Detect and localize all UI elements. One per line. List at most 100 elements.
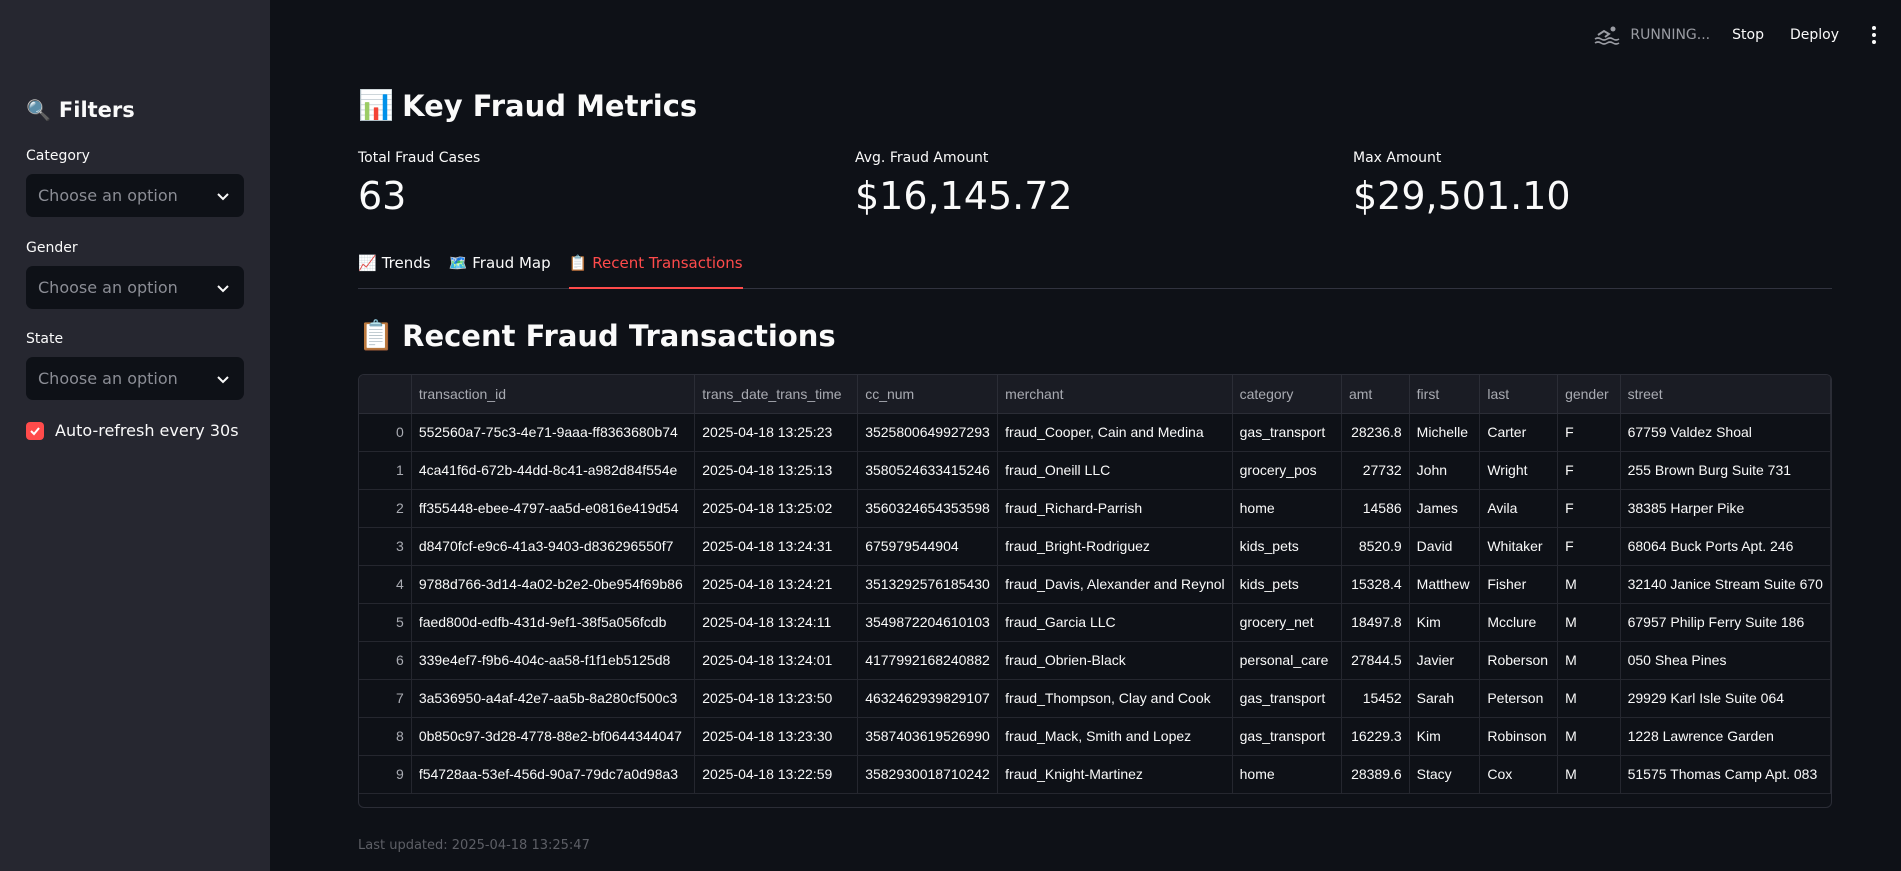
table-cell[interactable]: 050 Shea Pines bbox=[1620, 641, 1831, 680]
table-cell[interactable]: F bbox=[1557, 451, 1621, 490]
table-cell[interactable]: kids_pets bbox=[1232, 527, 1342, 566]
tab-trends[interactable]: 📈 Trends bbox=[358, 254, 431, 289]
table-row[interactable]: 6 339e4ef7-f9b6-404c-aa58-f1f1eb5125d8 202… bbox=[359, 641, 1831, 680]
column-header[interactable]: trans_date_trans_time bbox=[694, 375, 859, 414]
table-cell[interactable]: 552560a7-75c3-4e71-9aaa-ff8363680b74 bbox=[411, 413, 696, 452]
table-cell[interactable]: 8520.9 bbox=[1341, 527, 1410, 566]
table-cell[interactable]: fraud_Obrien-Black bbox=[997, 641, 1233, 680]
table-cell[interactable]: 67957 Philip Ferry Suite 186 bbox=[1620, 603, 1831, 642]
table-cell[interactable]: 38385 Harper Pike bbox=[1620, 489, 1831, 528]
table-cell[interactable]: 51575 Thomas Camp Apt. 083 bbox=[1620, 755, 1831, 794]
table-cell[interactable]: 2025-04-18 13:24:11 bbox=[694, 603, 859, 642]
table-cell[interactable]: 3513292576185430 bbox=[857, 565, 999, 604]
table-cell[interactable]: 2025-04-18 13:22:59 bbox=[694, 755, 859, 794]
table-row[interactable]: 8 0b850c97-3d28-4778-88e2-bf0644344047 202… bbox=[359, 717, 1831, 756]
table-cell[interactable]: Kim bbox=[1409, 717, 1481, 756]
table-cell[interactable]: Carter bbox=[1479, 413, 1559, 452]
table-cell[interactable]: Cox bbox=[1479, 755, 1559, 794]
table-cell[interactable]: M bbox=[1557, 603, 1621, 642]
table-cell[interactable]: 2025-04-18 13:24:01 bbox=[694, 641, 859, 680]
table-row[interactable]: 3 d8470fcf-e9c6-41a3-9403-d836296550f7 202… bbox=[359, 527, 1831, 566]
table-cell[interactable]: 3580524633415246 bbox=[857, 451, 999, 490]
table-cell[interactable]: Matthew bbox=[1409, 565, 1481, 604]
table-cell[interactable]: Michelle bbox=[1409, 413, 1481, 452]
table-cell[interactable]: 18497.8 bbox=[1341, 603, 1410, 642]
column-header[interactable]: transaction_id bbox=[411, 375, 696, 414]
table-cell[interactable]: 4ca41f6d-672b-44dd-8c41-a982d84f554e bbox=[411, 451, 696, 490]
table-cell[interactable]: 2025-04-18 13:23:50 bbox=[694, 679, 859, 718]
table-cell[interactable]: fraud_Oneill LLC bbox=[997, 451, 1233, 490]
table-cell[interactable]: John bbox=[1409, 451, 1481, 490]
table-cell[interactable]: 3587403619526990 bbox=[857, 717, 999, 756]
row-index-cell[interactable]: 0 bbox=[359, 413, 412, 452]
table-cell[interactable]: 15452 bbox=[1341, 679, 1410, 718]
table-cell[interactable]: 32140 Janice Stream Suite 670 bbox=[1620, 565, 1831, 604]
column-header[interactable]: amt bbox=[1341, 375, 1410, 414]
table-row[interactable]: 7 3a536950-a4af-42e7-aa5b-8a280cf500c3 202… bbox=[359, 679, 1831, 718]
table-cell[interactable]: ff355448-ebee-4797-aa5d-e0816e419d54 bbox=[411, 489, 696, 528]
table-cell[interactable]: 4177992168240882 bbox=[857, 641, 999, 680]
row-index-cell[interactable]: 7 bbox=[359, 679, 412, 718]
table-row[interactable]: 9 f54728aa-53ef-456d-90a7-79dc7a0d98a3 202… bbox=[359, 755, 1831, 794]
table-cell[interactable]: 28236.8 bbox=[1341, 413, 1410, 452]
table-cell[interactable]: fraud_Thompson, Clay and Cook bbox=[997, 679, 1233, 718]
table-cell[interactable]: Sarah bbox=[1409, 679, 1481, 718]
table-cell[interactable]: faed800d-edfb-431d-9ef1-38f5a056fcdb bbox=[411, 603, 696, 642]
column-header[interactable]: merchant bbox=[997, 375, 1233, 414]
column-header[interactable]: last bbox=[1479, 375, 1559, 414]
deploy-button[interactable]: Deploy bbox=[1790, 27, 1839, 43]
column-header[interactable]: gender bbox=[1557, 375, 1621, 414]
table-cell[interactable]: fraud_Cooper, Cain and Medina bbox=[997, 413, 1233, 452]
table-cell[interactable]: 2025-04-18 13:23:30 bbox=[694, 717, 859, 756]
table-cell[interactable]: 27732 bbox=[1341, 451, 1410, 490]
table-row[interactable]: 2 ff355448-ebee-4797-aa5d-e0816e419d54 202… bbox=[359, 489, 1831, 528]
table-cell[interactable]: d8470fcf-e9c6-41a3-9403-d836296550f7 bbox=[411, 527, 696, 566]
table-row[interactable]: 5 faed800d-edfb-431d-9ef1-38f5a056fcdb 202… bbox=[359, 603, 1831, 642]
tab-recent-transactions[interactable]: 📋 Recent Transactions bbox=[568, 254, 743, 289]
row-index-cell[interactable]: 8 bbox=[359, 717, 412, 756]
table-cell[interactable]: 2025-04-18 13:24:21 bbox=[694, 565, 859, 604]
table-cell[interactable]: 28389.6 bbox=[1341, 755, 1410, 794]
column-header[interactable]: cc_num bbox=[857, 375, 999, 414]
table-cell[interactable]: 67759 Valdez Shoal bbox=[1620, 413, 1831, 452]
table-cell[interactable]: 2025-04-18 13:24:31 bbox=[694, 527, 859, 566]
stop-button[interactable]: Stop bbox=[1732, 27, 1764, 43]
row-index-cell[interactable]: 6 bbox=[359, 641, 412, 680]
table-cell[interactable]: grocery_net bbox=[1232, 603, 1342, 642]
table-cell[interactable]: 16229.3 bbox=[1341, 717, 1410, 756]
column-header[interactable]: first bbox=[1409, 375, 1481, 414]
row-index-cell[interactable]: 9 bbox=[359, 755, 412, 794]
row-index-cell[interactable]: 1 bbox=[359, 451, 412, 490]
table-cell[interactable]: f54728aa-53ef-456d-90a7-79dc7a0d98a3 bbox=[411, 755, 696, 794]
table-cell[interactable]: Avila bbox=[1479, 489, 1559, 528]
table-cell[interactable]: 3a536950-a4af-42e7-aa5b-8a280cf500c3 bbox=[411, 679, 696, 718]
transactions-table[interactable]: transaction_id trans_date_trans_time cc_nu… bbox=[358, 374, 1832, 808]
row-index-cell[interactable]: 2 bbox=[359, 489, 412, 528]
table-cell[interactable]: Wright bbox=[1479, 451, 1559, 490]
table-cell[interactable]: gas_transport bbox=[1232, 679, 1342, 718]
table-cell[interactable]: fraud_Davis, Alexander and Reynol bbox=[997, 565, 1233, 604]
table-cell[interactable]: M bbox=[1557, 641, 1621, 680]
table-cell[interactable]: 3582930018710242 bbox=[857, 755, 999, 794]
category-select[interactable]: Choose an option bbox=[26, 174, 244, 217]
table-cell[interactable]: Kim bbox=[1409, 603, 1481, 642]
state-select[interactable]: Choose an option bbox=[26, 357, 244, 400]
table-cell[interactable]: fraud_Mack, Smith and Lopez bbox=[997, 717, 1233, 756]
table-cell[interactable]: Peterson bbox=[1479, 679, 1559, 718]
table-cell[interactable]: Fisher bbox=[1479, 565, 1559, 604]
table-cell[interactable]: 4632462939829107 bbox=[857, 679, 999, 718]
table-cell[interactable]: personal_care bbox=[1232, 641, 1342, 680]
table-row[interactable]: 0 552560a7-75c3-4e71-9aaa-ff8363680b74 202… bbox=[359, 413, 1831, 452]
main-menu-icon[interactable] bbox=[1865, 26, 1883, 44]
tab-fraud-map[interactable]: 🗺️ Fraud Map bbox=[449, 254, 551, 289]
table-row[interactable]: 4 9788d766-3d14-4a02-b2e2-0be954f69b86 202… bbox=[359, 565, 1831, 604]
table-cell[interactable]: F bbox=[1557, 527, 1621, 566]
table-cell[interactable]: 3560324654353598 bbox=[857, 489, 999, 528]
table-cell[interactable]: fraud_Richard-Parrish bbox=[997, 489, 1233, 528]
table-cell[interactable]: fraud_Knight-Martinez bbox=[997, 755, 1233, 794]
table-cell[interactable]: 15328.4 bbox=[1341, 565, 1410, 604]
table-cell[interactable]: home bbox=[1232, 755, 1342, 794]
table-cell[interactable]: Mcclure bbox=[1479, 603, 1559, 642]
table-row[interactable]: 1 4ca41f6d-672b-44dd-8c41-a982d84f554e 202… bbox=[359, 451, 1831, 490]
table-cell[interactable]: 2025-04-18 13:25:13 bbox=[694, 451, 859, 490]
